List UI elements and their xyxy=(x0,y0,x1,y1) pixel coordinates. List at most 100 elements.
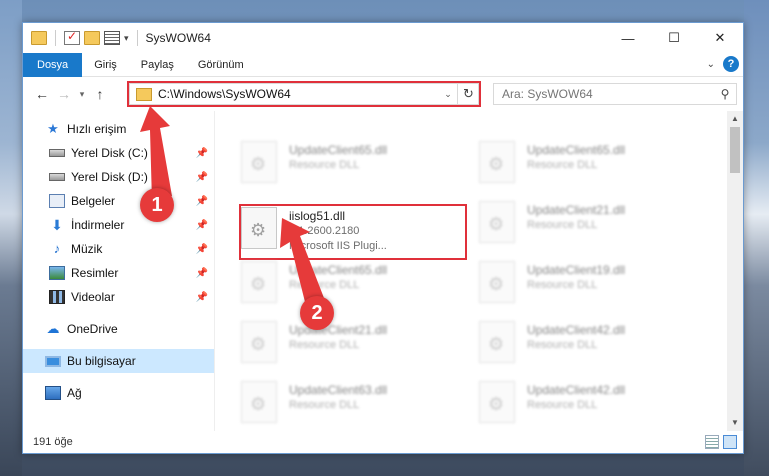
star-icon: ★ xyxy=(47,121,59,136)
nav-label: Hızlı erişim xyxy=(67,122,127,136)
help-icon[interactable]: ? xyxy=(723,56,739,72)
view-buttons xyxy=(705,435,737,449)
back-button[interactable]: ← xyxy=(31,86,53,102)
file-item[interactable]: UpdateClient65.dll Resource DLL xyxy=(241,261,469,307)
file-name: UpdateClient65.dll xyxy=(289,263,388,277)
search-icon[interactable]: ⚲ xyxy=(714,87,736,101)
pin-icon: 📌 xyxy=(195,171,208,183)
scrollbar-thumb[interactable] xyxy=(730,127,740,173)
nav-item-pictures[interactable]: Resimler 📌 xyxy=(23,261,214,285)
file-type: Resource DLL xyxy=(527,219,598,231)
cloud-icon: ☁ xyxy=(46,321,60,336)
large-icons-view-icon[interactable] xyxy=(723,435,737,449)
nav-label: Yerel Disk (C:) xyxy=(71,146,148,160)
file-name: UpdateClient21.dll xyxy=(289,323,388,337)
scroll-up-icon[interactable]: ▲ xyxy=(727,111,743,127)
title-bar: ▾ SysWOW64 — ☐ ✕ xyxy=(23,23,743,53)
file-item[interactable]: UpdateClient21.dll Resource DLL xyxy=(479,201,707,247)
tab-file[interactable]: Dosya xyxy=(23,52,83,77)
recent-locations-chevron-icon[interactable]: ▾ xyxy=(75,89,89,100)
nav-label: Yerel Disk (D:) xyxy=(71,170,148,184)
file-name: UpdateClient65.dll xyxy=(289,143,388,157)
file-item[interactable]: UpdateClient42.dll Resource DLL xyxy=(479,321,707,367)
nav-item-documents[interactable]: Belgeler 📌 xyxy=(23,189,214,213)
pin-icon: 📌 xyxy=(195,291,208,303)
dll-file-icon xyxy=(241,261,277,303)
nav-network[interactable]: Ağ xyxy=(23,381,214,405)
file-name: UpdateClient19.dll xyxy=(527,263,626,277)
file-type: Resource DLL xyxy=(527,159,598,171)
file-name: UpdateClient63.dll xyxy=(289,383,388,397)
file-name: UpdateClient42.dll xyxy=(527,323,626,337)
nav-this-pc[interactable]: Bu bilgisayar xyxy=(23,349,214,373)
file-version: 5.1.2600.2180 xyxy=(289,225,360,237)
toolbar-divider xyxy=(136,30,138,46)
dll-file-icon xyxy=(479,141,515,183)
download-icon: ⬇ xyxy=(51,217,63,233)
documents-icon xyxy=(49,194,65,208)
desktop-wallpaper-right xyxy=(744,0,769,476)
nav-label: Resimler xyxy=(71,266,119,280)
callout-badge-1: 1 xyxy=(140,188,174,222)
nav-label: Ağ xyxy=(67,386,82,400)
pin-icon: 📌 xyxy=(195,219,208,231)
folder-icon xyxy=(31,31,47,45)
tab-view[interactable]: Görünüm xyxy=(186,53,256,77)
file-item[interactable]: UpdateClient63.dll Resource DLL xyxy=(241,381,469,427)
navigation-pane: ★ Hızlı erişim Yerel Disk (C:) 📌 Yerel D… xyxy=(23,111,215,431)
refresh-button[interactable]: ↻ xyxy=(457,83,479,105)
music-icon: ♪ xyxy=(53,241,61,256)
nav-item-local-disk-d[interactable]: Yerel Disk (D:) 📌 xyxy=(23,165,214,189)
new-folder-icon[interactable] xyxy=(84,31,100,45)
forward-button[interactable]: → xyxy=(53,86,75,102)
up-button[interactable]: ↑ xyxy=(89,86,111,102)
address-row: ← → ▾ ↑ C:\Windows\SysWOW64 ⌄ ↻ ⚲ xyxy=(23,77,743,111)
file-name: UpdateClient42.dll xyxy=(527,383,626,397)
file-description: Microsoft IIS Plugi... xyxy=(289,240,387,252)
maximize-button[interactable]: ☐ xyxy=(651,23,697,53)
file-name: iislog51.dll xyxy=(289,209,346,223)
nav-label: Videolar xyxy=(71,290,115,304)
tab-share[interactable]: Paylaş xyxy=(129,53,186,77)
main-content: ★ Hızlı erişim Yerel Disk (C:) 📌 Yerel D… xyxy=(23,111,743,431)
network-icon xyxy=(45,386,61,400)
file-type: Resource DLL xyxy=(527,399,598,411)
nav-item-videos[interactable]: Videolar 📌 xyxy=(23,285,214,309)
rename-icon[interactable] xyxy=(104,31,120,45)
file-explorer-window: ▾ SysWOW64 — ☐ ✕ Dosya Giriş Paylaş Görü… xyxy=(22,22,744,454)
address-dropdown-chevron-icon[interactable]: ⌄ xyxy=(440,89,456,100)
pin-icon: 📌 xyxy=(195,267,208,279)
address-path[interactable]: C:\Windows\SysWOW64 xyxy=(158,87,440,101)
tab-home[interactable]: Giriş xyxy=(82,53,129,77)
search-input[interactable] xyxy=(494,87,714,101)
file-type: Resource DLL xyxy=(527,279,598,291)
dll-file-icon xyxy=(479,201,515,243)
nav-label: Belgeler xyxy=(71,194,116,208)
vertical-scrollbar[interactable]: ▲ ▼ xyxy=(727,111,743,431)
nav-item-downloads[interactable]: ⬇ İndirmeler 📌 xyxy=(23,213,214,237)
nav-item-music[interactable]: ♪ Müzik 📌 xyxy=(23,237,214,261)
dll-file-icon xyxy=(241,141,277,183)
expand-ribbon-chevron-icon[interactable]: ⌄ xyxy=(707,59,715,70)
file-item[interactable]: UpdateClient65.dll Resource DLL xyxy=(479,141,707,187)
pictures-icon xyxy=(49,266,65,280)
nav-quick-access[interactable]: ★ Hızlı erişim xyxy=(23,117,214,141)
nav-label: İndirmeler xyxy=(71,218,125,232)
details-view-icon[interactable] xyxy=(705,435,719,449)
file-item-iislog51[interactable]: iislog51.dll 5.1.2600.2180 Microsoft IIS… xyxy=(241,207,469,253)
dll-file-icon xyxy=(241,381,277,423)
file-item[interactable]: UpdateClient42.dll Resource DLL xyxy=(479,381,707,427)
file-item[interactable]: UpdateClient65.dll Resource DLL xyxy=(241,141,469,187)
properties-check-icon[interactable] xyxy=(64,29,80,45)
nav-onedrive[interactable]: ☁ OneDrive xyxy=(23,317,214,341)
file-item[interactable]: UpdateClient19.dll Resource DLL xyxy=(479,261,707,307)
minimize-button[interactable]: — xyxy=(605,23,651,53)
file-item[interactable]: UpdateClient21.dll Resource DLL xyxy=(241,321,469,367)
close-button[interactable]: ✕ xyxy=(697,23,743,53)
search-box[interactable]: ⚲ xyxy=(493,83,737,105)
nav-item-local-disk-c[interactable]: Yerel Disk (C:) 📌 xyxy=(23,141,214,165)
dll-file-icon xyxy=(241,207,277,249)
scroll-down-icon[interactable]: ▼ xyxy=(727,415,743,431)
customize-toolbar-chevron-icon[interactable]: ▾ xyxy=(124,33,129,44)
address-bar[interactable]: C:\Windows\SysWOW64 ⌄ xyxy=(129,83,479,105)
